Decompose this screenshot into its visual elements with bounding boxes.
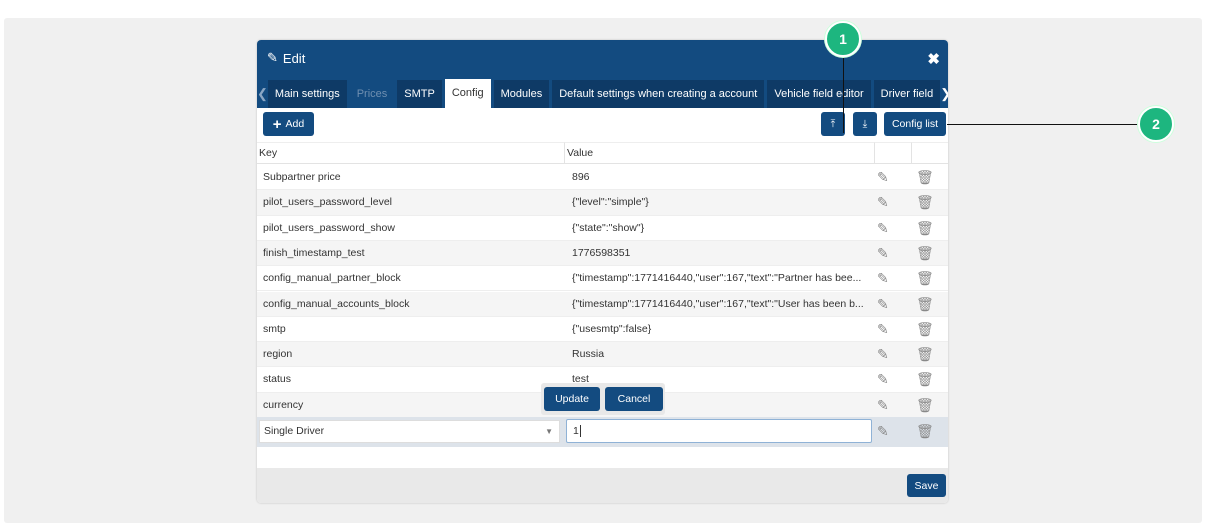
table-row[interactable]: config_manual_partner_block {"timestamp"… [257,266,948,292]
row-key: config_manual_accounts_block [263,297,410,310]
download-button[interactable]: ⤓ [853,112,877,136]
close-icon[interactable]: ✖ [927,50,940,68]
trash-icon[interactable]: 🗑 [916,371,934,388]
table-row[interactable]: config_manual_accounts_block {"timestamp… [257,291,948,317]
row-value: {"timestamp":1771416440,"user":167,"text… [572,297,864,310]
callout-2-line [947,124,1139,125]
table-row[interactable]: region Russia ✎ 🗑 [257,342,948,368]
edit-icon[interactable]: ✎ [877,296,889,313]
row-value: Russia [572,348,605,361]
tabs-scroll-right-icon[interactable]: ❯ [940,80,948,108]
dialog-footer: Save [257,468,948,503]
edit-dialog: ✎ Edit ✖ ❮ Main settings Prices SMTP Conf… [257,40,948,503]
add-button[interactable]: + Add [263,112,314,136]
tab-prices: Prices [356,88,388,100]
row-key: finish_timestamp_test [263,246,365,259]
tab-vehicle-field-editor[interactable]: Vehicle field editor [767,80,871,108]
edit-icon[interactable]: ✎ [877,245,889,262]
tabs-scroll-left-icon[interactable]: ❮ [257,80,268,108]
trash-icon[interactable]: 🗑 [916,321,934,338]
chevron-down-icon: ▼ [545,427,553,436]
row-key: pilot_users_password_level [263,196,392,209]
download-icon: ⤓ [862,117,868,130]
config-list-button[interactable]: Config list [884,112,946,136]
trash-icon[interactable]: 🗑 [916,245,934,262]
header-key: Key [257,142,565,164]
edit-row: Single Driver ▼ 1 ✎ 🗑 [257,417,948,447]
row-key: smtp [263,322,286,335]
header-edit [875,142,912,164]
update-button[interactable]: Update [544,387,600,411]
edit-icon[interactable]: ✎ [877,194,889,211]
row-key: status [263,373,292,386]
tab-main-settings[interactable]: Main settings [267,80,347,108]
table-row[interactable]: finish_timestamp_test 1776598351 ✎ 🗑 [257,240,948,267]
header-delete [912,142,948,164]
tab-default-settings[interactable]: Default settings when creating a account [552,80,765,108]
trash-icon[interactable]: 🗑 [916,270,934,287]
key-select-value: Single Driver [264,425,325,437]
trash-icon[interactable]: 🗑 [916,397,934,414]
table-row[interactable]: pilot_users_password_show {"state":"show… [257,216,948,241]
key-select[interactable]: Single Driver ▼ [259,420,560,443]
row-key: pilot_users_password_show [263,221,395,234]
edit-icon[interactable]: ✎ [877,169,889,186]
row-value: 896 [572,171,590,183]
edit-icon[interactable]: ✎ [877,423,889,440]
callout-1-line [843,58,844,133]
edit-icon[interactable]: ✎ [877,270,889,287]
row-key: region [263,348,293,361]
row-value: 1776598351 [572,246,631,259]
edit-actions-popup: Update Cancel [541,383,665,415]
row-value: {"timestamp":1771416440,"user":167,"text… [572,272,862,285]
upload-icon: ⤒ [830,117,836,130]
trash-icon[interactable]: 🗑 [916,296,934,313]
trash-icon[interactable]: 🗑 [916,194,934,211]
row-value: {"level":"simple"} [572,196,649,209]
tab-smtp[interactable]: SMTP [397,80,442,108]
tab-driver-field[interactable]: Driver field [873,80,941,108]
edit-icon[interactable]: ✎ [877,397,889,414]
tab-config[interactable]: Config [444,79,491,108]
edit-icon[interactable]: ✎ [877,371,889,388]
tab-modules[interactable]: Modules [493,80,550,108]
dialog-title-text: Edit [282,50,306,66]
cancel-button[interactable]: Cancel [605,387,663,411]
table-row[interactable]: Subpartner price 896 ✎ 🗑 [257,165,948,191]
edit-icon: ✎ [267,50,278,65]
edit-icon[interactable]: ✎ [877,346,889,363]
upload-button[interactable]: ⤒ [821,112,845,136]
trash-icon[interactable]: 🗑 [916,220,934,237]
row-key: config_manual_partner_block [263,272,401,285]
row-key: Subpartner price [263,171,341,183]
trash-icon[interactable]: 🗑 [916,346,934,363]
value-input[interactable]: 1 [566,419,872,443]
callout-1-badge: 1 [825,21,861,57]
edit-icon[interactable]: ✎ [877,220,889,237]
edit-icon[interactable]: ✎ [877,321,889,338]
plus-icon: + [272,115,282,133]
row-key: currency [263,398,304,411]
trash-icon[interactable]: 🗑 [916,423,934,440]
text-cursor [579,425,581,437]
table-row[interactable]: smtp {"usesmtp":false} ✎ 🗑 [257,317,948,343]
add-label: Add [285,118,305,130]
row-value: {"usesmtp":false} [572,322,652,335]
dialog-title: ✎ Edit [267,50,305,66]
tab-bar: ❮ Main settings Prices SMTP Config Modul… [257,78,948,108]
value-input-text: 1 [573,425,579,437]
trash-icon[interactable]: 🗑 [916,169,934,186]
table-row[interactable]: pilot_users_password_level {"level":"sim… [257,190,948,216]
save-button[interactable]: Save [907,474,946,497]
row-value: {"state":"show"} [572,221,645,234]
header-value: Value [565,142,875,164]
callout-2-badge: 2 [1138,106,1174,142]
